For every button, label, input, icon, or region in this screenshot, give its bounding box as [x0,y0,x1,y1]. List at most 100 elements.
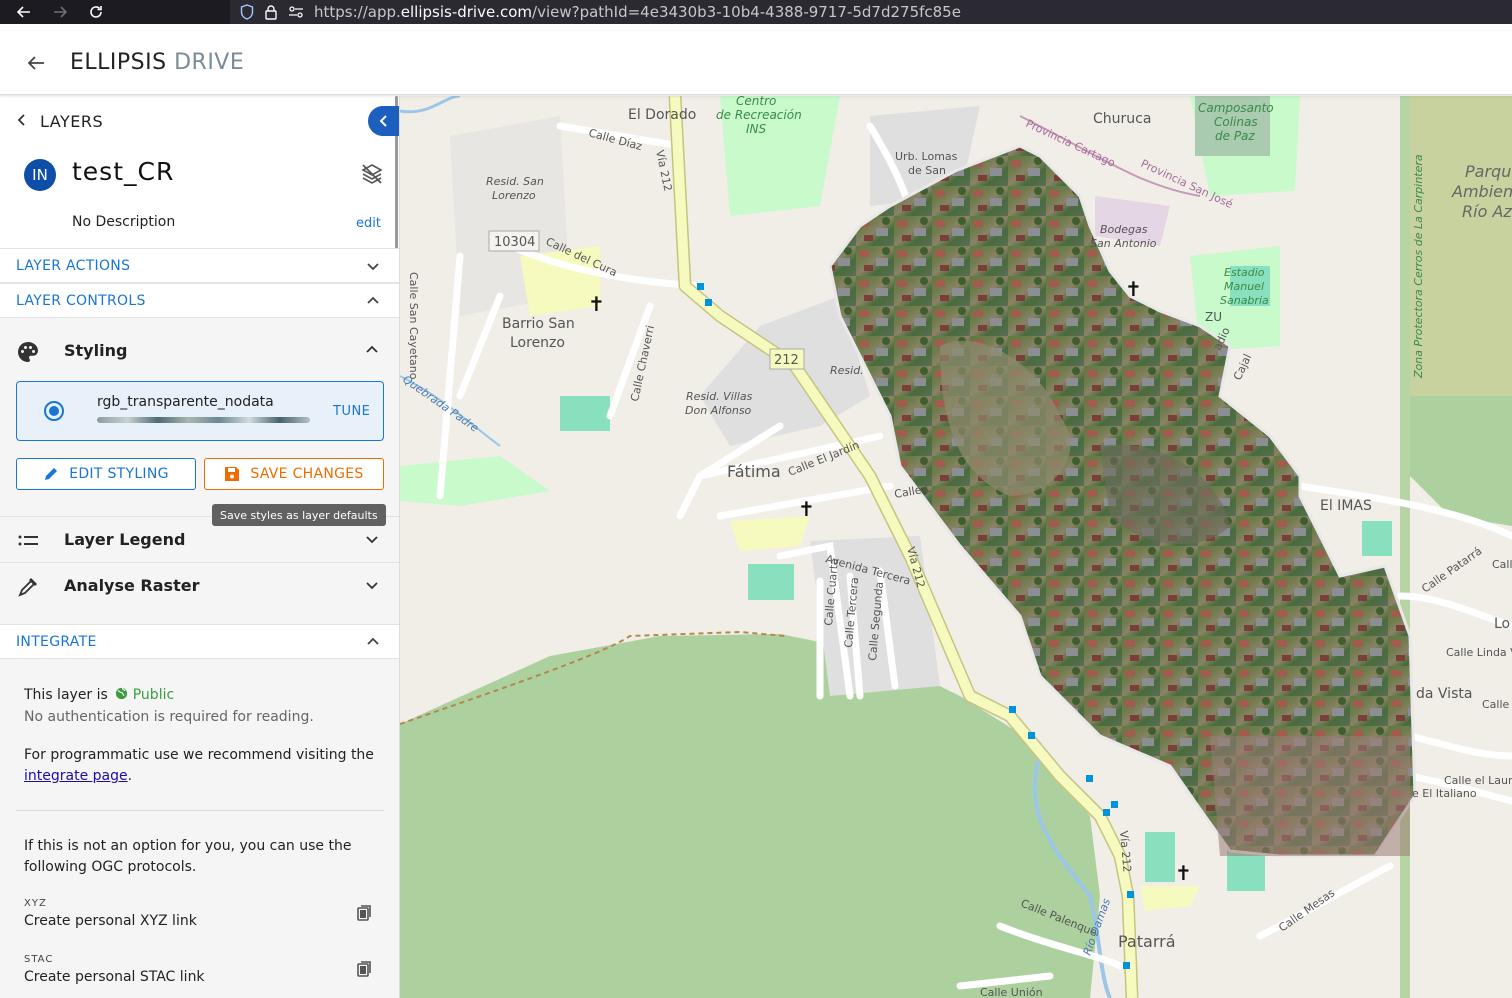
ellipsis-drive-logo[interactable]: ELLIPSIS DRIVE [70,50,244,75]
divider [16,810,384,811]
lock-icon[interactable] [264,4,278,20]
stac-protocol-label: STAC [24,954,54,965]
layer-title: test_CR [72,157,175,186]
ogc-text: If this is not an option for you, you ca… [24,838,352,875]
stac-link-text[interactable]: Create personal STAC link [24,969,205,985]
map-view[interactable]: ✝ ✝ ✝ ✝ 10304 212 El Dorado Centro de Re… [400,96,1512,998]
xyz-protocol-label: XYZ [24,898,47,909]
map-label: Calle Vi [1482,698,1512,711]
svg-text:✝: ✝ [798,497,815,521]
tune-button[interactable]: TUNE [333,404,370,419]
permissions-icon[interactable] [288,4,304,20]
map-label: Camposanto [1198,101,1274,115]
url-text: https://app.ellipsis-drive.com/view?path… [314,3,961,21]
app-header: ELLIPSIS DRIVE [0,31,1512,95]
save-icon [225,467,240,481]
map-label: e El Italiano [1412,787,1477,800]
eyedropper-icon [16,575,40,603]
analyse-raster-label: Analyse Raster [64,576,200,595]
style-radio[interactable] [44,401,64,421]
pitch [1362,521,1392,556]
map-label: Centro [736,96,776,108]
collapse-sidebar-button[interactable] [368,106,399,136]
map-label: Patarrá [1118,932,1176,951]
orthophoto-detail [1210,736,1410,856]
map-label: Resid. Villas [686,390,753,403]
chevron-up-icon [364,292,382,314]
shield-10304-text: 10304 [494,235,535,250]
svg-text:✝: ✝ [588,292,605,316]
map-canvas[interactable]: ✝ ✝ ✝ ✝ 10304 212 El Dorado Centro de Re… [400,96,1512,998]
map-label: Sanabria [1220,294,1269,307]
map-label: Fátima [727,462,781,481]
public-status: This layer is Public [24,687,175,703]
browser-forward-icon[interactable] [48,0,72,24]
map-label: da Vista [1416,686,1472,702]
layer-visibility-off-icon[interactable] [360,162,384,190]
svg-text:✝: ✝ [1125,277,1142,301]
edit-description-link[interactable]: edit [356,216,381,231]
map-label: Estadio [1224,266,1265,279]
pitch [1145,832,1175,882]
map-label: Calle El Jardín [786,438,861,478]
map-label: Zona Protectora Cerros de La Carpintera [1412,154,1425,379]
browser-reload-icon[interactable] [84,0,108,24]
map-label: Calle Unión [980,986,1043,998]
palette-icon [16,340,40,368]
analyse-raster-accordion[interactable]: Analyse Raster [0,562,399,608]
save-changes-label: SAVE CHANGES [250,466,364,482]
map-label: San Antonio [1090,237,1157,250]
chevron-down-icon [362,575,382,599]
map-label: Resid. San [486,175,544,188]
map-label: Calle el Laure [1444,774,1512,787]
copy-icon[interactable] [356,960,374,982]
layer-sidebar: LAYERS IN test_CR No Description edit LA… [0,96,400,998]
map-label: Vía 212 [653,149,674,193]
map-label: Barrio San [502,316,575,332]
save-changes-button[interactable]: SAVE CHANGES [204,458,384,490]
residential-area [1140,886,1200,911]
map-label: Calle Patarrá [1419,544,1484,595]
save-tooltip: Save styles as layer defaults [212,504,386,526]
forest-area [400,634,1100,998]
map-label: Lorenzo [510,335,565,351]
list-icon [16,529,40,557]
layer-legend-label: Layer Legend [64,530,186,549]
logo-main: ELLIPSIS [70,50,167,75]
map-label: Ambien [1451,182,1512,201]
map-label: Bodegas [1100,223,1148,236]
map-label: de Recreación [716,108,802,122]
layer-avatar: IN [24,159,56,191]
residential-area [730,516,810,551]
style-option-card[interactable]: rgb_transparente_nodata TUNE [16,381,384,441]
integrate-section[interactable]: INTEGRATE [0,624,399,659]
browser-back-icon[interactable] [12,0,36,24]
back-arrow-icon[interactable] [24,51,48,75]
layers-back-link[interactable]: LAYERS [0,110,399,134]
map-label: El IMAS [1320,498,1372,514]
map-label: Resid. [830,364,864,377]
chevron-left-icon [379,115,387,127]
public-label: Public [132,687,175,703]
pencil-icon [45,468,58,480]
edit-styling-button[interactable]: EDIT STYLING [16,458,196,490]
pitch [748,564,794,600]
chevron-left-icon [14,112,30,132]
shield-icon[interactable] [240,4,254,20]
layer-actions-label: LAYER ACTIONS [16,258,131,274]
xyz-link-text[interactable]: Create personal XYZ link [24,913,197,929]
chevron-up-icon [364,633,382,655]
url-bar[interactable]: https://app.ellipsis-drive.com/view?path… [230,0,1512,24]
copy-icon[interactable] [356,904,374,926]
programmatic-text: For programmatic use we recommend visiti… [24,747,374,784]
map-label: de San [908,164,946,177]
layer-controls-label: LAYER CONTROLS [16,293,146,309]
integrate-page-link[interactable]: integrate page [24,768,128,784]
layer-controls-section[interactable]: LAYER CONTROLS [0,283,399,318]
globe-icon [116,687,128,700]
chevron-up-icon [362,340,382,364]
no-auth-text: No authentication is required for readin… [24,709,314,725]
layer-actions-section[interactable]: LAYER ACTIONS [0,248,399,283]
styling-accordion[interactable]: Styling [0,328,399,374]
map-label: INS [746,122,767,136]
